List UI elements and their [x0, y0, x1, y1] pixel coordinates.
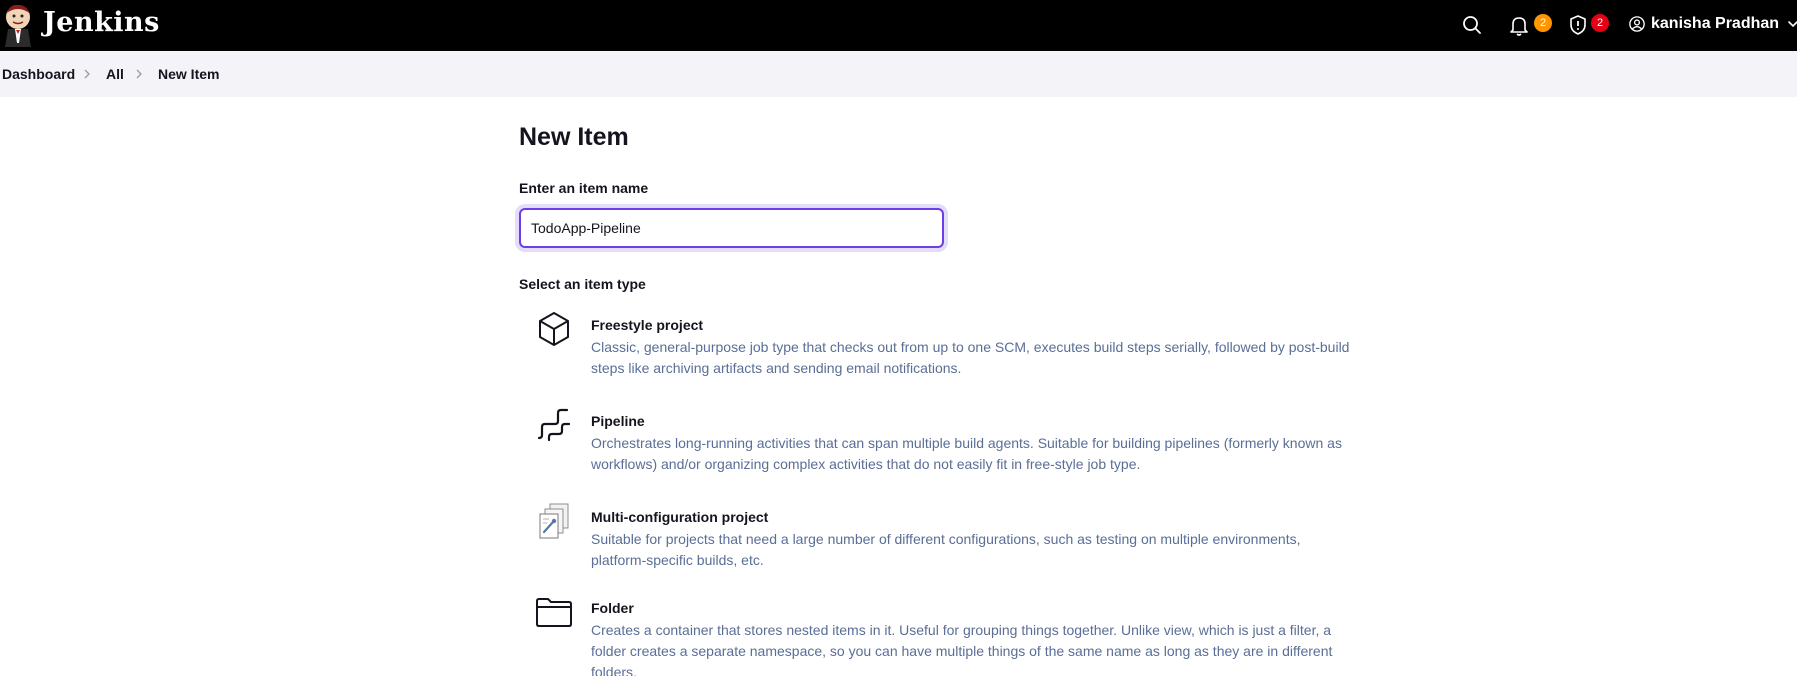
jenkins-brand[interactable]: Jenkins [43, 7, 160, 38]
item-type-pipeline[interactable]: Pipeline Orchestrates long-running activ… [519, 408, 1359, 499]
item-type-name: Folder [591, 600, 634, 616]
item-name-input[interactable] [519, 208, 944, 248]
item-type-label: Select an item type [519, 276, 646, 292]
item-name-label: Enter an item name [519, 180, 649, 196]
item-type-folder[interactable]: Folder Creates a container that stores n… [519, 598, 1359, 676]
item-type-name: Freestyle project [591, 317, 704, 333]
shield-icon[interactable] [1566, 13, 1590, 37]
user-name[interactable]: kanisha Pradhan [1651, 15, 1779, 33]
cube-icon [534, 309, 574, 349]
user-menu[interactable]: kanisha Pradhan [1628, 12, 1797, 36]
notifications-badge[interactable]: 2 [1534, 14, 1552, 32]
top-header: Jenkins 2 2 kanisha Pradhan [0, 0, 1797, 51]
breadcrumb: Dashboard All New Item [0, 51, 1797, 97]
chevron-right-icon [136, 69, 142, 79]
item-type-description: Suitable for projects that need a large … [591, 531, 1301, 568]
item-type-description: Creates a container that stores nested i… [591, 622, 1333, 676]
page-title: New Item [519, 123, 629, 151]
breadcrumb-new-item[interactable]: New Item [158, 66, 219, 82]
item-type-description: Orchestrates long-running activities tha… [591, 435, 1342, 472]
item-type-freestyle[interactable]: Freestyle project Classic, general-purpo… [519, 312, 1359, 403]
chevron-down-icon[interactable] [1787, 18, 1797, 30]
bell-icon[interactable] [1507, 13, 1531, 37]
breadcrumb-dashboard[interactable]: Dashboard [2, 66, 75, 82]
item-type-multi-configuration[interactable]: Multi-configuration project Suitable for… [519, 503, 1359, 595]
pipeline-icon [534, 405, 574, 445]
security-badge[interactable]: 2 [1591, 14, 1609, 32]
chevron-right-icon [84, 69, 90, 79]
search-icon[interactable] [1460, 13, 1484, 37]
multi-config-icon [534, 501, 574, 541]
user-circle-icon [1629, 16, 1645, 32]
item-type-name: Multi-configuration project [591, 509, 769, 525]
jenkins-logo-icon[interactable] [2, 3, 34, 47]
folder-icon [534, 592, 574, 632]
item-type-name: Pipeline [591, 413, 645, 429]
breadcrumb-all[interactable]: All [106, 66, 124, 82]
item-type-description: Classic, general-purpose job type that c… [591, 339, 1350, 376]
